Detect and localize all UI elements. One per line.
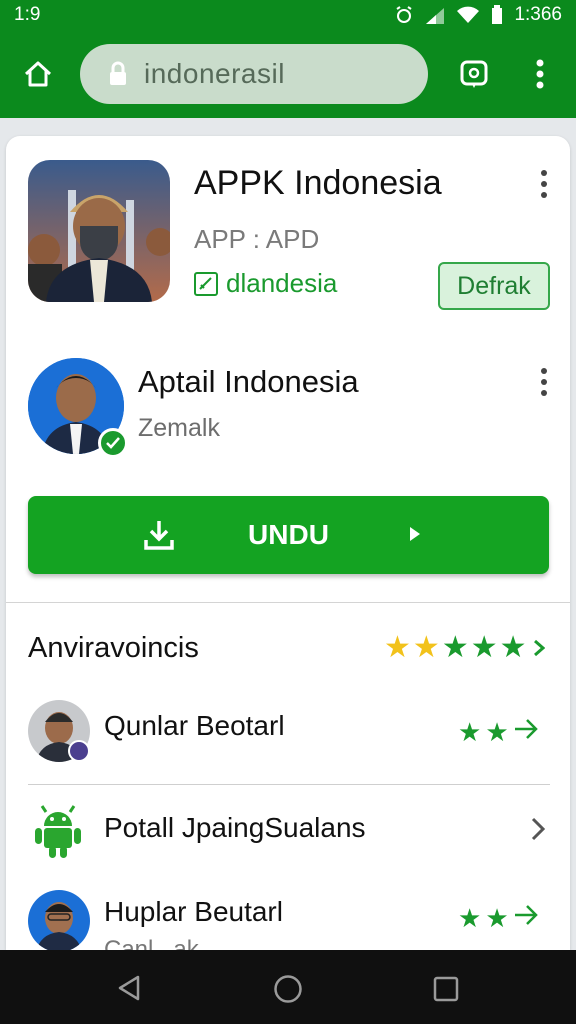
tab-switcher-icon: [460, 60, 488, 88]
browser-menu-button[interactable]: [522, 52, 558, 96]
tab-switcher-button[interactable]: [452, 52, 496, 96]
reviewer-rating: ★ ★: [458, 716, 539, 749]
reviewer-badge-icon: [68, 740, 90, 762]
chevron-right-icon[interactable]: [530, 816, 546, 847]
verified-developer-icon: [194, 271, 218, 296]
arrow-right-icon: [513, 902, 539, 935]
list-divider: [28, 784, 550, 785]
publisher-subtitle: Zemalk: [138, 414, 220, 442]
download-button[interactable]: UNDU: [28, 496, 549, 574]
star-icon: ★: [458, 903, 482, 933]
status-icons: 1:366: [394, 4, 562, 26]
url-text: indonerasil: [144, 58, 285, 89]
play-arrow-icon: [408, 525, 422, 548]
app-subtitle: APP : APD: [194, 224, 320, 254]
section-divider: [6, 602, 570, 603]
battery-icon: [490, 5, 504, 25]
status-time-right: 1:366: [514, 4, 562, 25]
reviews-title: Anviravoincis: [28, 632, 199, 664]
app-title: APPK Indonesia: [194, 164, 442, 202]
lock-icon: [110, 61, 126, 85]
half-star-icon: ★: [499, 631, 527, 664]
arrow-right-icon: [513, 716, 539, 749]
home-button[interactable]: [16, 52, 60, 96]
more-vert-icon: [536, 59, 544, 89]
list-item-label[interactable]: Potall JpaingSualans: [104, 812, 366, 844]
reviewer-subtitle: Canl...ak: [104, 936, 199, 950]
android-icon: [32, 802, 84, 863]
system-nav-bar: [0, 950, 576, 1024]
app-icon[interactable]: [28, 160, 170, 302]
recent-apps-icon[interactable]: [433, 976, 459, 1007]
browser-toolbar: indonerasil: [0, 30, 576, 118]
publisher-more-options-icon[interactable]: [534, 364, 554, 400]
publisher-verified-badge-icon: [98, 428, 128, 458]
reviewer-avatar[interactable]: [28, 890, 90, 952]
back-icon[interactable]: [116, 974, 142, 1007]
star-icon: ★: [384, 631, 411, 664]
alarm-icon: [394, 5, 414, 25]
app-more-options-icon[interactable]: [534, 166, 554, 202]
home-icon: [24, 61, 52, 87]
chevron-right-icon: [533, 631, 545, 665]
developer-name: dlandesia: [226, 268, 338, 298]
reviewer-name[interactable]: Huplar Beutarl: [104, 896, 283, 928]
star-icon: ★: [470, 631, 498, 664]
star-icon: ★: [485, 903, 509, 933]
status-time-left: 1:9: [14, 4, 41, 25]
reviewer-rating: ★ ★: [458, 902, 539, 935]
star-icon: ★: [458, 717, 482, 747]
reviews-rating[interactable]: ★ ★ ★ ★ ★: [384, 630, 545, 665]
wifi-icon: [456, 6, 480, 24]
star-icon: ★: [441, 631, 469, 664]
url-bar[interactable]: indonerasil: [80, 44, 428, 104]
signal-icon: [424, 6, 446, 24]
star-icon: ★: [412, 631, 440, 664]
reviewer-name[interactable]: Qunlar Beotarl: [104, 710, 285, 742]
download-label: UNDU: [248, 519, 329, 550]
detail-button[interactable]: Defrak: [438, 262, 550, 310]
status-bar: 1:9 1:366: [0, 0, 576, 30]
home-nav-icon[interactable]: [273, 974, 303, 1009]
developer-link[interactable]: dlandesia: [194, 268, 337, 299]
star-icon: ★: [485, 717, 509, 747]
publisher-name[interactable]: Aptail Indonesia: [138, 364, 359, 400]
app-card: APPK Indonesia APP : APD dlandesia Defra…: [6, 136, 570, 952]
